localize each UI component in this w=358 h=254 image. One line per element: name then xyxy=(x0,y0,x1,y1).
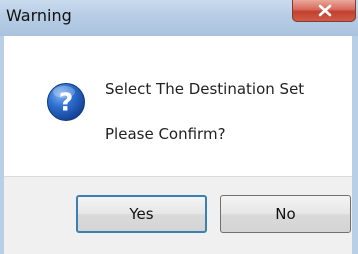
message-area: ? Select The Destination Set Please Conf… xyxy=(4,36,352,176)
close-icon xyxy=(318,4,332,17)
message-line-2: Please Confirm? xyxy=(105,125,226,143)
yes-button[interactable]: Yes xyxy=(76,195,207,233)
window-frame-right xyxy=(352,36,358,254)
message-line-1: Select The Destination Set xyxy=(105,80,305,98)
question-icon: ? xyxy=(47,83,85,121)
no-button[interactable]: No xyxy=(220,195,351,233)
close-button[interactable] xyxy=(292,0,356,22)
warning-dialog: Warning ? Select The Destination Set Ple… xyxy=(0,0,358,254)
window-title: Warning xyxy=(6,6,72,25)
title-bar[interactable]: Warning xyxy=(0,0,358,36)
svg-text:?: ? xyxy=(59,88,74,117)
